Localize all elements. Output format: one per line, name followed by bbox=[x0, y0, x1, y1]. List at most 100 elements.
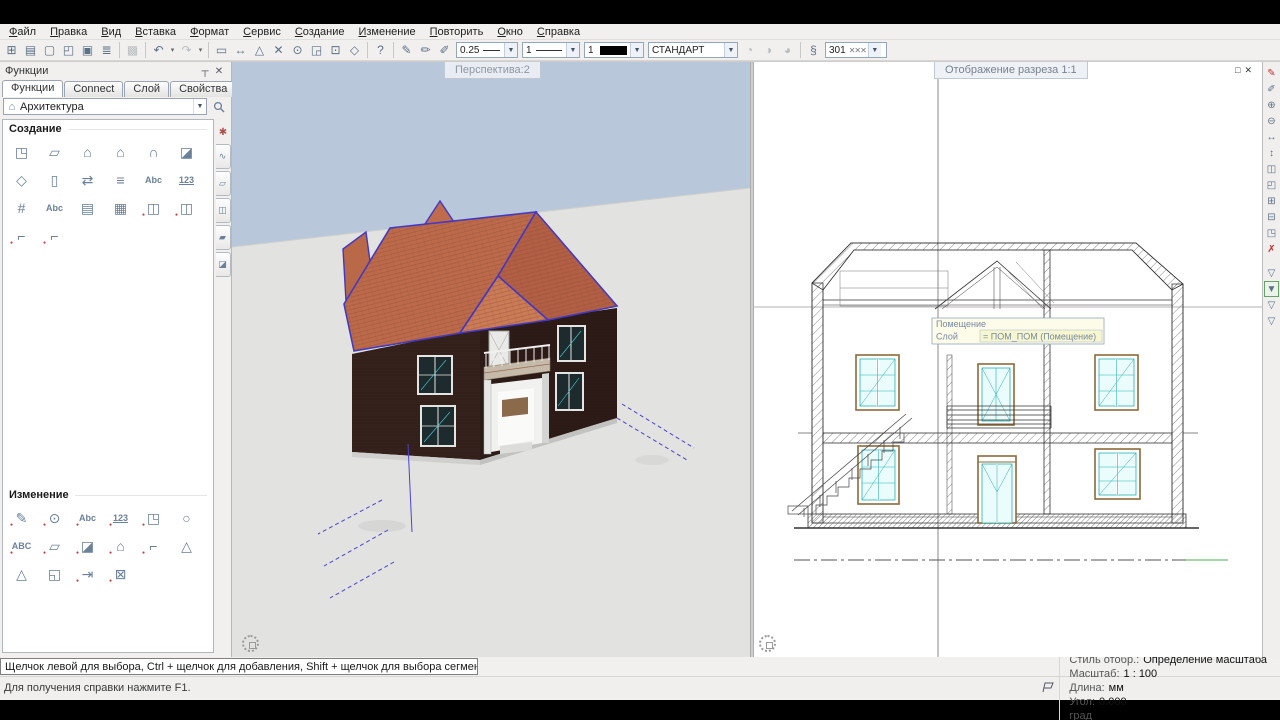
menu-item[interactable]: Изменение bbox=[351, 26, 422, 38]
flyout-tab-plane-tab[interactable]: ▰ bbox=[215, 225, 231, 250]
toolbar-btn-paste[interactable]: ▩ bbox=[123, 41, 142, 59]
toolbar-btn-tools[interactable]: ✕ bbox=[269, 41, 288, 59]
close-icon[interactable]: ✕ bbox=[212, 66, 226, 77]
tool-dimension-chain[interactable]: ⇄ bbox=[71, 166, 104, 194]
right-tool-add[interactable]: ⊞ bbox=[1264, 193, 1279, 209]
right-tool-filter-2[interactable]: ▼ bbox=[1264, 281, 1279, 297]
menu-item[interactable]: Правка bbox=[43, 26, 94, 38]
tool-volume[interactable]: ◇ bbox=[5, 166, 38, 194]
panel-tab-connect[interactable]: Connect bbox=[64, 81, 124, 97]
right-tool-filter-3[interactable]: ▽ bbox=[1264, 297, 1279, 313]
chevron-down-icon[interactable]: ▼ bbox=[566, 43, 579, 57]
menu-item[interactable]: Файл bbox=[2, 26, 43, 38]
toolbar-btn-layer-b[interactable]: ◑ bbox=[759, 41, 778, 59]
tool-delete-box[interactable]: ⊠ bbox=[104, 560, 137, 588]
layer-style-combo[interactable]: СТАНДАРТ ▼ bbox=[648, 42, 738, 58]
tool-roof-covering[interactable]: ◪ bbox=[170, 138, 203, 166]
right-tool-stretch-v[interactable]: ↕ bbox=[1264, 145, 1279, 161]
flyout-tab-roof-tab[interactable]: ◪ bbox=[215, 252, 231, 277]
toolbar-btn-folder-view[interactable]: ◲ bbox=[307, 41, 326, 59]
right-tool-subtract[interactable]: ⊟ bbox=[1264, 209, 1279, 225]
right-tool-filter-1[interactable]: ▽ bbox=[1264, 265, 1279, 281]
viewport-title-tab[interactable]: Отображение разреза 1:1 bbox=[934, 62, 1088, 79]
category-combo[interactable]: ⌂ Архитектура ▼ bbox=[3, 98, 207, 115]
tool-move-wall[interactable]: ◳ bbox=[137, 504, 170, 532]
menu-item[interactable]: Формат bbox=[183, 26, 236, 38]
toolbar-btn-ruler[interactable]: ▭ bbox=[212, 41, 231, 59]
tool-wall[interactable]: ◳ bbox=[5, 138, 38, 166]
toolbar-btn-context-help[interactable]: ? bbox=[371, 41, 390, 59]
toolbar-btn-pen-color[interactable]: ✎ bbox=[397, 41, 416, 59]
tool-legend[interactable]: ▦ bbox=[104, 194, 137, 222]
viewport-title-tab[interactable]: Перспектива:2 bbox=[444, 62, 541, 79]
tool-railing[interactable]: # bbox=[5, 194, 38, 222]
tool-ceiling[interactable]: ≡ bbox=[104, 166, 137, 194]
chevron-down-icon[interactable]: ▼ bbox=[724, 43, 737, 57]
right-tool-stretch-h[interactable]: ↔ bbox=[1264, 129, 1279, 145]
menu-item[interactable]: Справка bbox=[530, 26, 587, 38]
tool-edit-house[interactable]: ⌂ bbox=[104, 532, 137, 560]
status-field-angle-unit[interactable]: град bbox=[1059, 708, 1276, 720]
menu-item[interactable]: Вид bbox=[94, 26, 128, 38]
sequence-icon[interactable]: § bbox=[804, 41, 823, 59]
chevron-down-icon[interactable]: ▼ bbox=[867, 43, 881, 57]
tool-merge-box[interactable]: ◱ bbox=[38, 560, 71, 588]
toolbar-btn-save[interactable]: ▣ bbox=[78, 41, 97, 59]
drawing-type-icon[interactable]: ✱ bbox=[216, 124, 231, 141]
tool-window-swap[interactable]: ◫ bbox=[170, 194, 203, 222]
restore-icon[interactable]: □ bbox=[1235, 65, 1240, 76]
undo-button[interactable]: ↶ bbox=[149, 41, 168, 59]
nav-compass-widget[interactable] bbox=[242, 635, 259, 652]
menu-item[interactable]: Создание bbox=[288, 26, 352, 38]
tool-delete-number[interactable]: 123 bbox=[104, 504, 137, 532]
tool-roof-frame[interactable]: ⌂ bbox=[71, 138, 104, 166]
right-tool-copy[interactable]: ◫ bbox=[1264, 161, 1279, 177]
toolbar-btn-pen-pick[interactable]: ✐ bbox=[435, 41, 454, 59]
tool-text[interactable]: Abc bbox=[137, 166, 170, 194]
menu-item[interactable]: Окно bbox=[490, 26, 530, 38]
tool-opening[interactable]: ▯ bbox=[38, 166, 71, 194]
tool-report[interactable]: ▤ bbox=[71, 194, 104, 222]
right-tool-mirror[interactable]: ◰ bbox=[1264, 177, 1279, 193]
right-tool-snap[interactable]: ⊕ bbox=[1264, 97, 1279, 113]
tool-joint-right[interactable]: ⌐ bbox=[38, 222, 71, 250]
right-tool-edit-point[interactable]: ✐ bbox=[1264, 81, 1279, 97]
menu-item[interactable]: Вставка bbox=[128, 26, 183, 38]
toolbar-btn-print-preview[interactable]: ≣ bbox=[97, 41, 116, 59]
tool-zoom-select[interactable]: ○ bbox=[170, 504, 203, 532]
section-canvas[interactable]: Помещение Слой = ПОМ_ПОМ (Помещение) bbox=[754, 62, 1262, 657]
tool-door[interactable]: ◫ bbox=[137, 194, 170, 222]
right-tool-detach[interactable]: ⊖ bbox=[1264, 113, 1279, 129]
tool-corner[interactable]: ⌐ bbox=[137, 532, 170, 560]
status-field-length-unit[interactable]: Длина: мм bbox=[1059, 680, 1276, 695]
viewport-section[interactable]: Помещение Слой = ПОМ_ПОМ (Помещение) Ото… bbox=[754, 62, 1262, 657]
tool-show-layer[interactable]: ⊙ bbox=[38, 504, 71, 532]
pen-thickness-combo[interactable]: 0.25 ▼ bbox=[456, 42, 518, 58]
tool-slab[interactable]: ▱ bbox=[38, 138, 71, 166]
chevron-down-icon[interactable]: ▼ bbox=[193, 99, 206, 114]
tool-edit-wall[interactable]: ✎ bbox=[5, 504, 38, 532]
tool-move-box[interactable]: ⇥ bbox=[71, 560, 104, 588]
right-tool-edit-pencil[interactable]: ✎ bbox=[1264, 65, 1279, 81]
tool-abc-line[interactable]: ABC bbox=[5, 532, 38, 560]
line-type-combo[interactable]: 1 ▼ bbox=[522, 42, 580, 58]
flyout-tab-analysis[interactable]: ∿ bbox=[215, 144, 231, 169]
toolbar-btn-new-document[interactable]: ▢ bbox=[40, 41, 59, 59]
menu-item[interactable]: Повторить bbox=[423, 26, 491, 38]
pin-icon[interactable]: ┬ bbox=[198, 66, 212, 77]
tool-canopy[interactable]: ∩ bbox=[137, 138, 170, 166]
chevron-down-icon[interactable]: ▼ bbox=[504, 43, 517, 57]
tool-gable-2[interactable]: △ bbox=[5, 560, 38, 588]
status-field-angle[interactable]: Угол: 0.000 bbox=[1059, 694, 1276, 709]
nav-compass-widget[interactable] bbox=[759, 635, 776, 652]
viewport-perspective[interactable]: Перспектива:2 bbox=[232, 62, 750, 657]
flyout-tab-box-tab[interactable]: ◫ bbox=[215, 198, 231, 223]
right-tool-filter-4[interactable]: ▽ bbox=[1264, 313, 1279, 329]
menu-item[interactable]: Сервис bbox=[236, 26, 288, 38]
toolbar-btn-pen-style[interactable]: ✏ bbox=[416, 41, 435, 59]
toolbar-btn-open-file[interactable]: ◰ bbox=[59, 41, 78, 59]
tool-dormer[interactable]: ⌂ bbox=[104, 138, 137, 166]
tool-edit-roof[interactable]: ◪ bbox=[71, 532, 104, 560]
right-tool-region[interactable]: ◳ bbox=[1264, 225, 1279, 241]
chevron-down-icon[interactable]: ▼ bbox=[630, 43, 643, 57]
